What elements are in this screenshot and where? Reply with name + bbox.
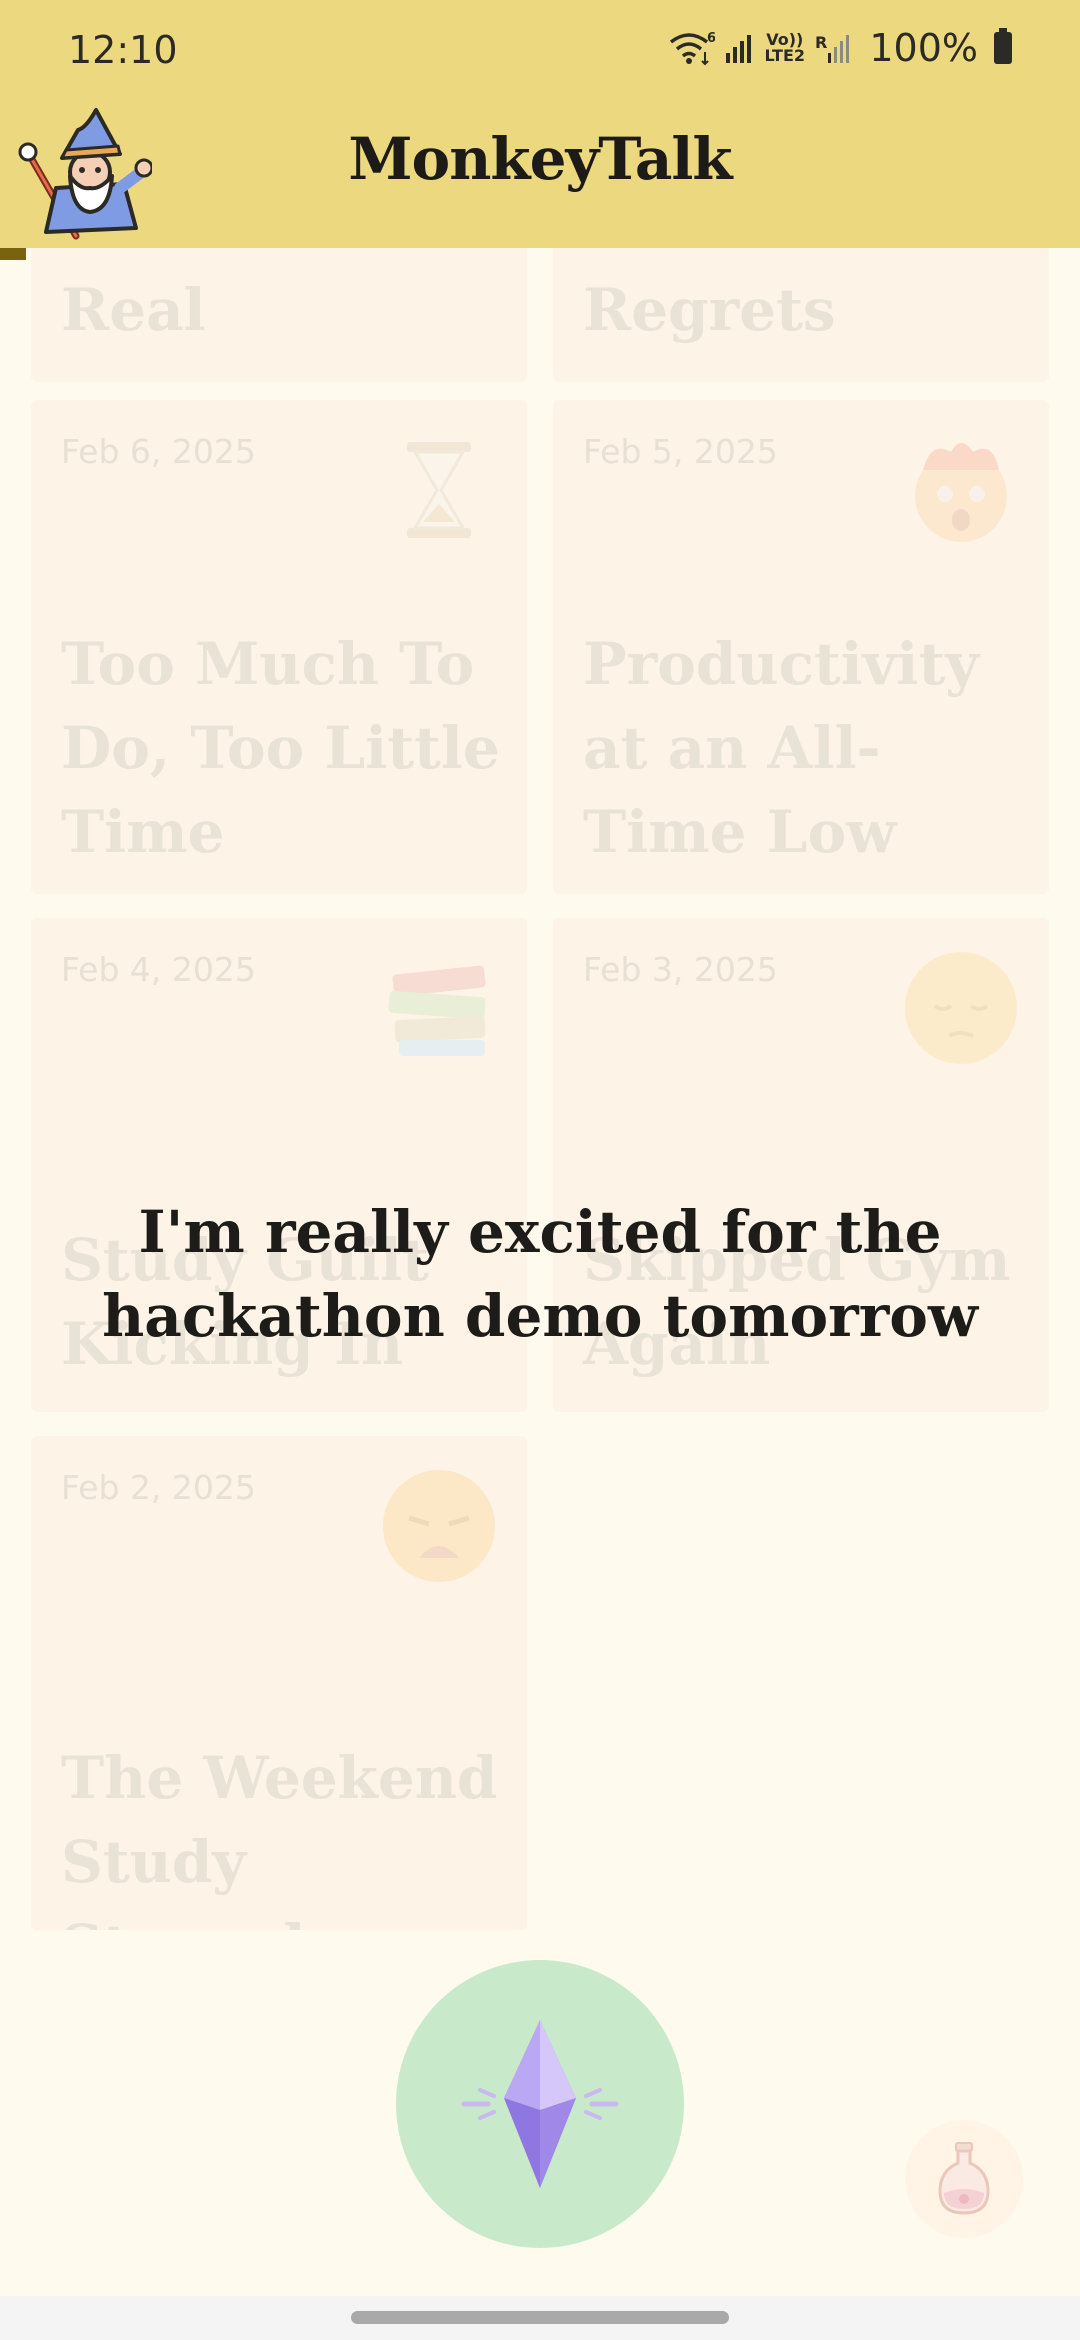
books-icon (388, 965, 486, 1056)
signal-icon-2 (828, 35, 850, 63)
status-time: 12:10 (68, 28, 178, 72)
weary-face-icon (383, 1470, 495, 1582)
card-title: Regrets (583, 276, 836, 344)
battery-percent: 100% (869, 26, 978, 70)
potion-icon (938, 2142, 990, 2215)
status-icons: 6 Vo)) LTE2 R 100% (669, 26, 1012, 70)
volte-indicator: Vo)) LTE2 (765, 32, 806, 64)
header-accent (0, 248, 26, 260)
journal-card[interactable]: Feb 6, 2025 Too Much To Do, Too Little T… (31, 400, 527, 894)
card-date: Feb 2, 2025 (61, 1468, 256, 1507)
system-nav-bar (0, 2296, 1080, 2340)
crystal-icon (461, 2020, 619, 2188)
record-button[interactable] (396, 1960, 684, 2248)
card-title: Productivity at an All-Time Low (583, 630, 979, 866)
card-date: Feb 6, 2025 (61, 432, 256, 471)
home-gesture-pill[interactable] (351, 2311, 729, 2324)
wifi-badge: 6 (707, 31, 715, 46)
hourglass-icon (407, 442, 471, 538)
roaming-signal: R (815, 33, 851, 63)
roaming-indicator: R (815, 33, 828, 52)
exploding-head-icon (915, 443, 1007, 542)
journal-card[interactable]: Feb 2, 2025 The Weekend Study Struggle (31, 1436, 527, 1930)
card-date: Feb 3, 2025 (583, 950, 778, 989)
volte-bottom: LTE2 (764, 46, 806, 65)
card-title: Too Much To Do, Too Little Time (61, 630, 500, 866)
app-header: 12:10 6 Vo)) LTE2 R 100% MonkeyTalk (0, 0, 1080, 248)
battery-icon (994, 28, 1012, 64)
signal-icon (725, 35, 751, 63)
wifi-icon: 6 (669, 31, 715, 66)
transcript-text: I'm really excited for the hackathon dem… (102, 1198, 978, 1350)
potion-button[interactable] (905, 2120, 1023, 2238)
journal-card[interactable]: Feb 5, 2025 Productivity at an All-Time … (553, 400, 1049, 894)
card-title: Real (61, 276, 206, 344)
pensive-face-icon (905, 952, 1017, 1064)
card-title: The Weekend Study Struggle (61, 1744, 498, 1930)
card-date: Feb 4, 2025 (61, 950, 256, 989)
card-date: Feb 5, 2025 (583, 432, 778, 471)
app-title: MonkeyTalk (348, 125, 732, 193)
